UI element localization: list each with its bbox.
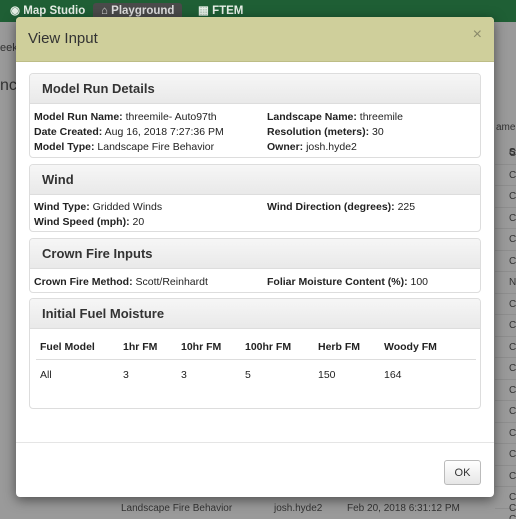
view-input-modal: View Input × Model Run Details Model Run… — [16, 17, 494, 497]
field-model-type: Model Type: Landscape Fire Behavior — [34, 141, 215, 153]
model-run-details-panel: Model Run Details Model Run Name: threem… — [29, 73, 481, 158]
table-cell: 5 — [245, 369, 251, 381]
bg-status-cell: C — [495, 358, 516, 380]
field-crown-fire-method: Crown Fire Method: Scott/Reinhardt — [34, 276, 208, 288]
calculator-icon: ▦ — [198, 5, 209, 17]
field-owner: Owner: josh.hyde2 — [267, 141, 357, 153]
field-wind-type: Wind Type: Gridded Winds — [34, 201, 163, 213]
modal-header: View Input × — [16, 17, 494, 62]
bg-right-header: ame — [496, 122, 516, 133]
fuel-moisture-table: Fuel Model 1hr FM 10hr FM 100hr FM Herb … — [36, 341, 476, 381]
field-model-run-name: Model Run Name: threemile- Auto97th — [34, 111, 217, 123]
table-cell: 164 — [384, 369, 402, 381]
bg-row-status: C — [509, 503, 516, 514]
field-resolution: Resolution (meters): 30 — [267, 126, 384, 138]
close-icon[interactable]: × — [473, 26, 482, 44]
field-wind-speed: Wind Speed (mph): 20 — [34, 216, 145, 228]
panel-heading: Model Run Details — [30, 74, 480, 104]
fuel-moisture-panel: Initial Fuel Moisture Fuel Model 1hr FM … — [29, 298, 481, 409]
table-cell: All — [40, 369, 52, 381]
bg-status-cell: C — [495, 186, 516, 208]
bg-status-cell: C — [495, 337, 516, 358]
bg-status-cell: C — [495, 208, 516, 229]
table-row: All 3 3 5 150 164 — [36, 360, 476, 381]
field-wind-direction: Wind Direction (degrees): 225 — [267, 201, 416, 213]
wind-panel: Wind Wind Type: Gridded Winds Wind Direc… — [29, 164, 481, 232]
table-cell: 3 — [181, 369, 187, 381]
bg-row-date: Feb 20, 2018 6:31:12 PM — [347, 503, 460, 514]
bg-row-owner: josh.hyde2 — [274, 503, 323, 514]
field-foliar-moisture: Foliar Moisture Content (%): 100 — [267, 276, 429, 288]
crown-fire-panel: Crown Fire Inputs Crown Fire Method: Sco… — [29, 238, 481, 293]
bg-status-column: CCCCCCNCCCCCCCCCCC — [495, 143, 516, 519]
column-header: 1hr FM — [119, 341, 177, 360]
field-date-created: Date Created: Aug 16, 2018 7:27:36 PM — [34, 126, 224, 138]
column-header: Herb FM — [314, 341, 380, 360]
ok-button[interactable]: OK — [444, 460, 481, 485]
field-landscape-name: Landscape Name: threemile — [267, 111, 403, 123]
panel-heading: Wind — [30, 165, 480, 195]
bg-status-cell: N — [495, 272, 516, 294]
bg-status-cell: C — [495, 294, 516, 315]
bg-status-cell: C — [495, 444, 516, 466]
bg-status-cell: C — [495, 423, 516, 444]
bg-status-cell: C — [495, 401, 516, 423]
bg-status-cell: C — [495, 466, 516, 487]
bg-status-cell: C — [495, 165, 516, 186]
bg-status-cell: C — [495, 143, 516, 165]
column-header: 100hr FM — [241, 341, 314, 360]
column-header: Woody FM — [380, 341, 476, 360]
column-header: Fuel Model — [36, 341, 119, 360]
table-header-row: Fuel Model 1hr FM 10hr FM 100hr FM Herb … — [36, 341, 476, 360]
home-icon: ⌂ — [101, 5, 108, 17]
bg-status-cell: C — [495, 251, 516, 272]
table-cell: 150 — [318, 369, 336, 381]
modal-title: View Input — [28, 30, 98, 47]
bg-status-cell: C — [495, 229, 516, 251]
column-header: 10hr FM — [177, 341, 241, 360]
bg-fragment: nc — [0, 77, 17, 94]
bg-status-cell: C — [495, 380, 516, 401]
globe-icon: ◉ — [10, 5, 21, 17]
modal-footer: OK — [16, 442, 494, 497]
table-cell: 3 — [123, 369, 129, 381]
bg-row-model-type: Landscape Fire Behavior — [121, 503, 233, 514]
panel-heading: Crown Fire Inputs — [30, 239, 480, 269]
bg-status-cell: C — [495, 315, 516, 337]
panel-heading: Initial Fuel Moisture — [30, 299, 480, 329]
